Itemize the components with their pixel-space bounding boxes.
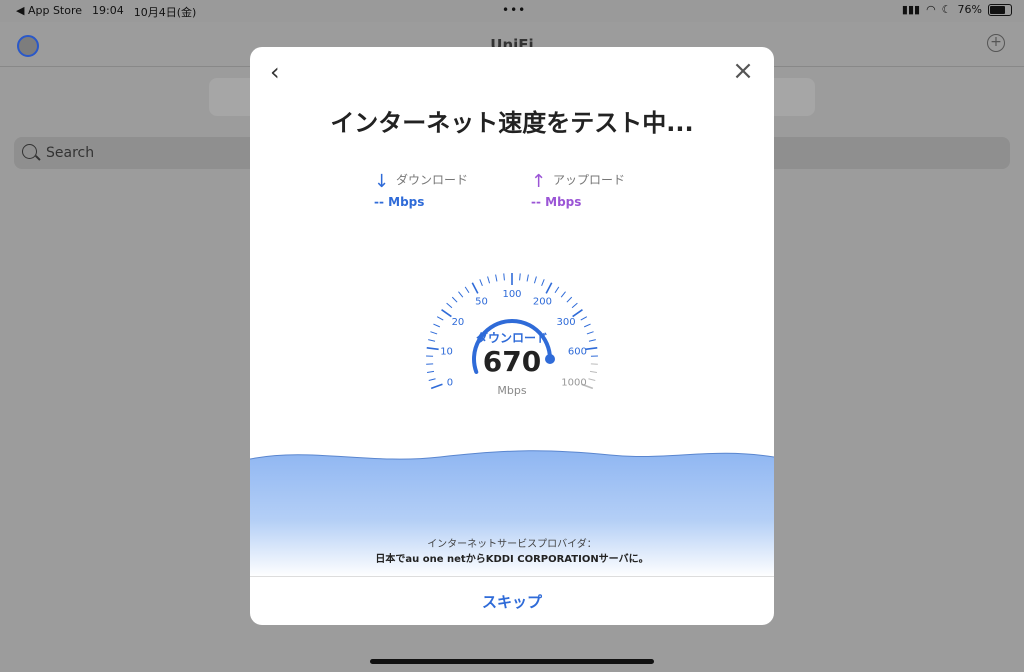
battery-icon [988, 3, 1012, 16]
gauge-label: ダウンロード [475, 331, 548, 345]
back-to-app-link[interactable]: ◀ App Store [16, 4, 82, 20]
gauge-tick-label: 50 [475, 296, 488, 307]
close-button[interactable]: × [732, 58, 754, 84]
gauge-tick [571, 302, 578, 309]
gauge-tick [533, 276, 537, 284]
gauge-tick [519, 273, 521, 281]
status-time: 19:04 [92, 4, 124, 17]
upload-label: アップロード [553, 173, 626, 187]
speed-test-modal: ‹ × インターネット速度をテスト中... ↓ ダウンロード -- Mbps ↑… [250, 47, 774, 625]
search-placeholder: Search [46, 145, 95, 161]
speed-gauge: 0 10 20 50 100 200 300 600 1000 ダウンロード 670 Mbps [420, 267, 604, 417]
gauge-tick [441, 309, 452, 318]
wifi-icon: ◠ [926, 3, 936, 16]
gauge-tick [471, 282, 479, 294]
gauge-unit: Mbps [497, 384, 527, 397]
gauge-tick [572, 309, 583, 318]
gauge-tick [433, 323, 441, 328]
upload-arrow-icon: ↑ [531, 171, 547, 192]
gauge-tick [526, 274, 529, 282]
gauge-tick [583, 323, 591, 328]
gauge-tick-label: 200 [533, 296, 552, 307]
gauge-tick [554, 286, 560, 294]
multitasking-dots-icon[interactable]: ••• [502, 3, 526, 17]
gauge-tick [560, 291, 566, 298]
gauge-tick [479, 279, 483, 286]
gauge-tick [580, 316, 588, 321]
gauge-tick [436, 316, 444, 321]
moon-icon: ☾ [941, 3, 952, 16]
isp-label: インターネットサービスプロバイダ： [427, 539, 597, 550]
battery-percent: 76% [957, 3, 982, 16]
modal-title: インターネット速度をテスト中... [330, 109, 694, 137]
status-date: 10月4日(金) [133, 6, 197, 19]
gauge-tick [464, 286, 470, 294]
gauge-value: 670 [482, 345, 542, 378]
gauge-tick [495, 274, 498, 282]
add-icon[interactable]: + [987, 34, 1005, 52]
modal-divider [250, 576, 774, 577]
gauge-tick [503, 273, 505, 281]
download-label: ダウンロード [396, 173, 469, 187]
gauge-tick-label: 300 [557, 317, 576, 328]
gauge-tick [541, 279, 545, 286]
gauge-tick [446, 302, 453, 309]
upload-value: -- Mbps [531, 195, 582, 209]
gauge-tick-label: 20 [452, 317, 465, 328]
gauge-tick-label: 100 [502, 289, 521, 300]
status-bar: ◀ App Store 19:04 10月4日(金) ••• ▮▮▮ ◠ ☾ 7… [0, 0, 1024, 22]
search-icon [22, 144, 37, 159]
signal-icon: ▮▮▮ [901, 3, 921, 16]
gauge-tick [545, 282, 553, 294]
gauge-tick [451, 296, 458, 303]
gauge-tick [487, 276, 491, 284]
download-arrow-icon: ↓ [374, 171, 390, 192]
gauge-tick [458, 291, 464, 298]
download-value: -- Mbps [374, 195, 425, 209]
gauge-tick [428, 378, 436, 382]
gauge-tick [566, 296, 573, 303]
home-indicator [370, 659, 654, 664]
skip-button[interactable]: スキップ [250, 591, 774, 612]
gauge-tick [588, 378, 596, 382]
isp-value: 日本でau one netからKDDI CORPORATIONサーバに。 [375, 554, 649, 565]
back-button[interactable]: ‹ [270, 60, 290, 84]
